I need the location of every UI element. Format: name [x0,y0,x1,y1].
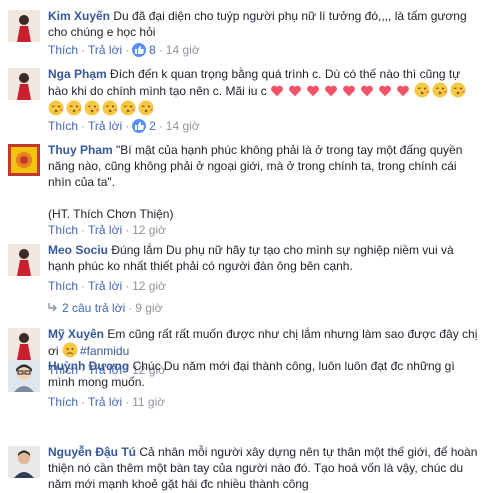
comment: Meo Sociu Đúng lắm Du phụ nữ hãy tự tạo … [0,242,487,318]
comment: Huỳnh Dương Chúc Du năm mới đại thành cô… [0,358,487,418]
heart-emoji [396,84,412,100]
kiss-emoji [432,82,448,98]
avatar[interactable] [8,144,40,176]
comment-author[interactable]: Thuy Pham [48,143,113,157]
quote-attribution: (HT. Thích Chơn Thiện) [48,207,174,221]
kiss-emoji [414,82,430,98]
avatar[interactable] [8,328,40,360]
like-count[interactable]: 2 [149,119,156,133]
emoji-row [270,82,468,100]
reply-button[interactable]: Trả lời [88,395,122,409]
comment: Nguyễn Đậu Tú Cả nhân mỗi người xây dựng… [0,444,487,493]
timestamp[interactable]: 11 giờ [132,395,165,409]
heart-emoji [306,84,322,100]
reply-button[interactable]: Trả lời [88,43,122,57]
replies-count[interactable]: 2 câu trả lời [62,301,125,315]
timestamp[interactable]: 12 giờ [132,223,166,237]
comment-author[interactable]: Meo Sociu [48,243,108,257]
timestamp[interactable]: 14 giờ [166,119,200,133]
heart-emoji [288,84,304,100]
comment-author[interactable]: Nguyễn Đậu Tú [48,445,136,459]
comment-author[interactable]: Mỹ Xuyên [48,327,104,341]
heart-emoji [360,84,376,100]
hashtag-link[interactable]: #fanmidu [80,344,129,358]
comment-author[interactable]: Kim Xuyến [48,9,110,23]
kiss-emoji [450,82,466,98]
comment: Kim Xuyến Du đã đại diện cho tuýp người … [0,8,487,58]
comment-author[interactable]: Nga Phạm [48,67,107,81]
comment-text: Du đã đại diện cho tuýp người phụ nữ lí … [48,9,467,39]
like-button[interactable]: Thích [48,223,78,237]
emoji-row [48,100,156,116]
kiss-emoji [138,100,154,116]
timestamp[interactable]: 12 giờ [132,279,166,293]
like-button[interactable]: Thích [48,43,78,57]
kiss-emoji [66,100,82,116]
kiss-emoji [48,100,64,116]
like-button[interactable]: Thích [48,395,78,409]
like-count[interactable]: 8 [149,43,156,57]
reply-arrow-icon [48,300,58,316]
avatar[interactable] [8,244,40,276]
comment: Thuy Pham "Bí mật của hạnh phúc không ph… [0,142,487,242]
like-icon [132,119,147,133]
comment-text: Đúng lắm Du phụ nữ hãy tự tạo cho mình s… [48,243,454,273]
reply-button[interactable]: Trả lời [88,279,122,293]
avatar[interactable] [8,68,40,100]
heart-emoji [270,84,286,100]
sad-emoji [62,342,78,358]
like-icon [132,43,147,57]
avatar[interactable] [8,446,40,478]
kiss-emoji [84,100,100,116]
avatar[interactable] [8,10,40,42]
kiss-emoji [120,100,136,116]
comment-author[interactable]: Huỳnh Dương [48,359,129,373]
avatar[interactable] [8,360,40,392]
like-button[interactable]: Thích [48,279,78,293]
heart-emoji [324,84,340,100]
heart-emoji [378,84,394,100]
like-button[interactable]: Thích [48,119,78,133]
kiss-emoji [102,100,118,116]
reply-button[interactable]: Trả lời [88,119,122,133]
timestamp[interactable]: 14 giờ [166,43,200,57]
comment: Nga Phạm Đích đến k quan trọng bằng quá … [0,66,487,142]
view-replies-link[interactable]: 2 câu trả lời · 9 giờ [48,300,162,316]
heart-emoji [342,84,358,100]
timestamp[interactable]: 9 giờ [135,301,162,315]
reply-button[interactable]: Trả lời [88,223,122,237]
